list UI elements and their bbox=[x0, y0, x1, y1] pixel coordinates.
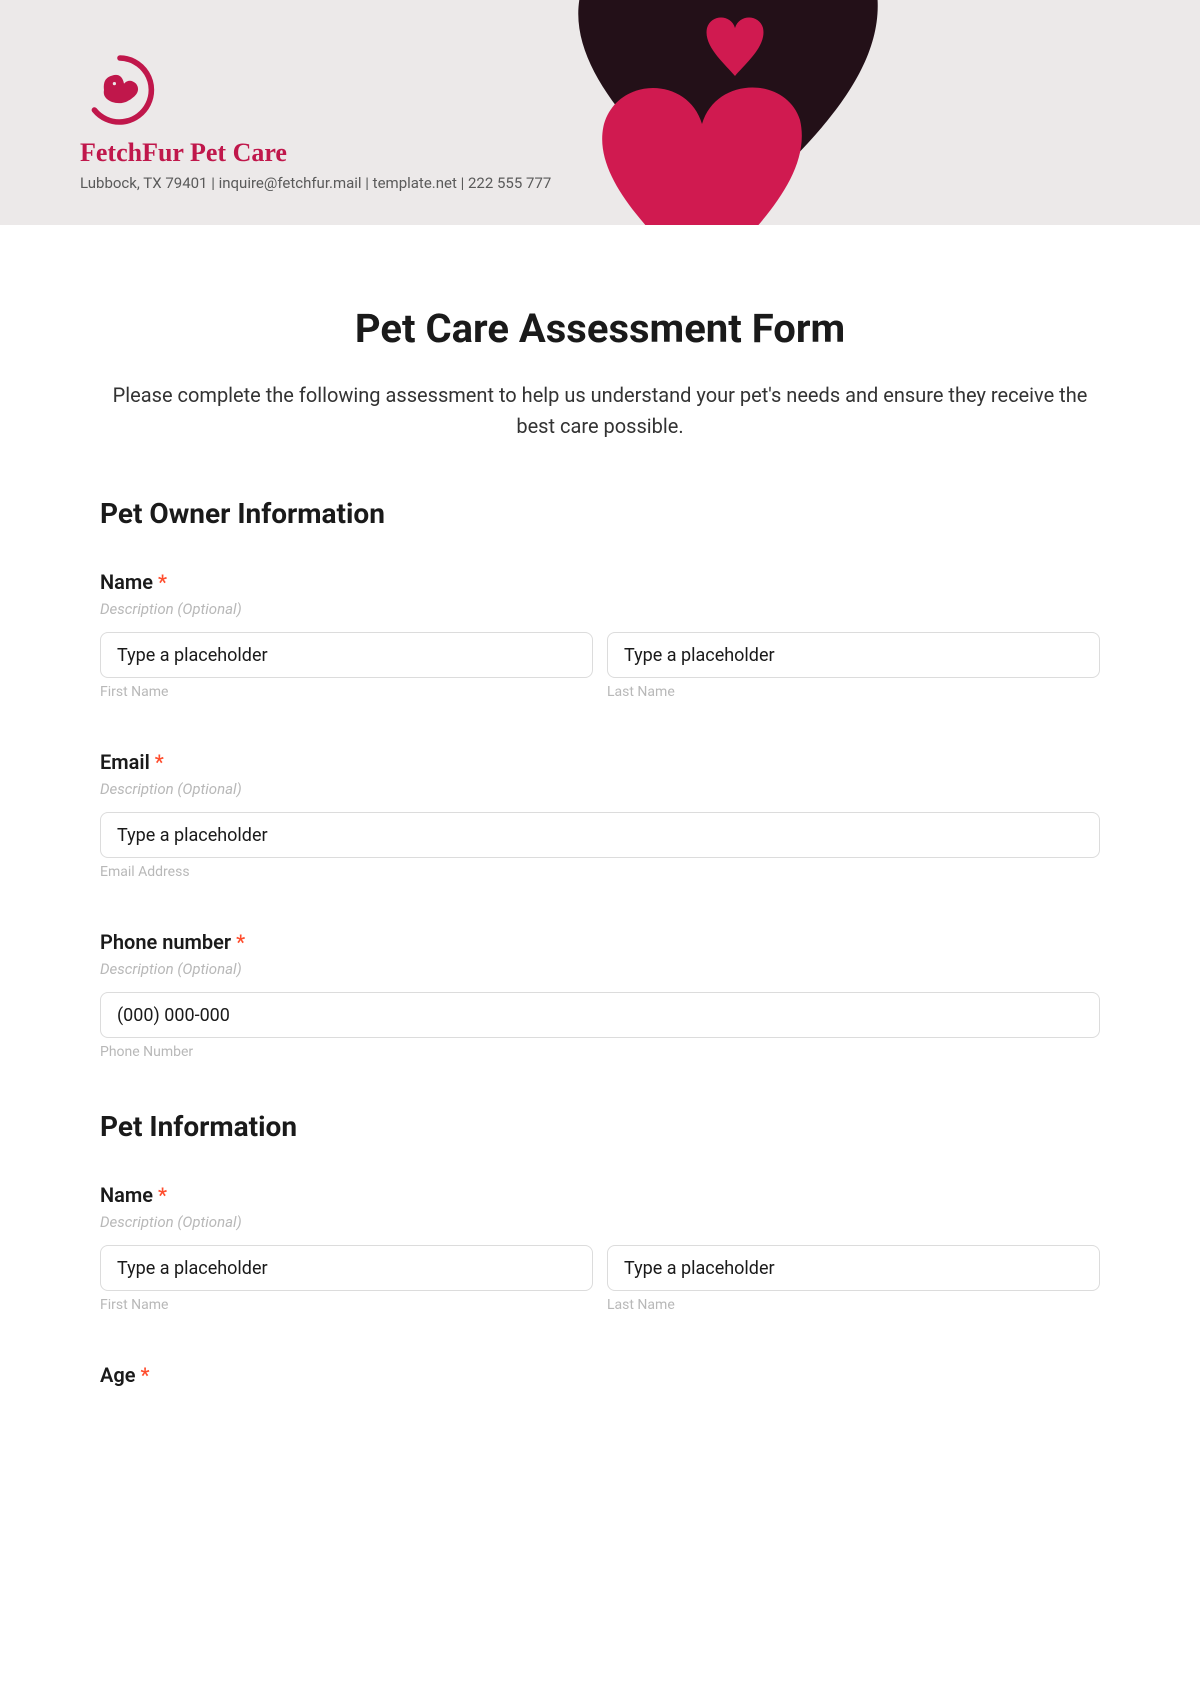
owner-email-input[interactable] bbox=[100, 812, 1100, 858]
label-text: Email bbox=[100, 750, 150, 774]
sublabel-first-name: First Name bbox=[100, 684, 593, 700]
logo-block: FetchFur Pet Care Lubbock, TX 79401 | in… bbox=[80, 50, 551, 192]
heart-decoration bbox=[550, 0, 1200, 225]
field-label: Age * bbox=[100, 1363, 1100, 1387]
sublabel-last-name: Last Name bbox=[607, 684, 1100, 700]
field-owner-phone: Phone number * Description (Optional) Ph… bbox=[100, 930, 1100, 1060]
pet-last-name-input[interactable] bbox=[607, 1245, 1100, 1291]
label-text: Name bbox=[100, 570, 153, 594]
brand-name: FetchFur Pet Care bbox=[80, 138, 551, 168]
sublabel-first-name: First Name bbox=[100, 1297, 593, 1313]
field-label: Name * bbox=[100, 1183, 1100, 1207]
form-intro: Please complete the following assessment… bbox=[100, 380, 1100, 442]
sublabel-last-name: Last Name bbox=[607, 1297, 1100, 1313]
field-pet-name: Name * Description (Optional) First Name… bbox=[100, 1183, 1100, 1313]
field-description: Description (Optional) bbox=[100, 780, 1100, 798]
required-indicator: * bbox=[158, 570, 167, 594]
field-owner-name: Name * Description (Optional) First Name… bbox=[100, 570, 1100, 700]
label-text: Name bbox=[100, 1183, 153, 1207]
brand-contact-line: Lubbock, TX 79401 | inquire@fetchfur.mai… bbox=[80, 174, 551, 192]
sublabel-phone: Phone Number bbox=[100, 1044, 1100, 1060]
section-heading-owner: Pet Owner Information bbox=[100, 497, 1100, 530]
form-title: Pet Care Assessment Form bbox=[100, 305, 1100, 352]
label-text: Phone number bbox=[100, 930, 231, 954]
sublabel-email: Email Address bbox=[100, 864, 1100, 880]
required-indicator: * bbox=[236, 930, 245, 954]
header-banner: FetchFur Pet Care Lubbock, TX 79401 | in… bbox=[0, 0, 1200, 225]
field-label: Email * bbox=[100, 750, 1100, 774]
field-label: Phone number * bbox=[100, 930, 1100, 954]
field-label: Name * bbox=[100, 570, 1100, 594]
pet-first-name-input[interactable] bbox=[100, 1245, 593, 1291]
field-description: Description (Optional) bbox=[100, 600, 1100, 618]
brand-logo-icon bbox=[80, 50, 160, 130]
required-indicator: * bbox=[155, 750, 164, 774]
owner-first-name-input[interactable] bbox=[100, 632, 593, 678]
form-content: Pet Care Assessment Form Please complete… bbox=[0, 225, 1200, 1433]
required-indicator: * bbox=[158, 1183, 167, 1207]
section-heading-pet: Pet Information bbox=[100, 1110, 1100, 1143]
label-text: Age bbox=[100, 1363, 136, 1387]
required-indicator: * bbox=[140, 1363, 149, 1387]
field-description: Description (Optional) bbox=[100, 960, 1100, 978]
field-owner-email: Email * Description (Optional) Email Add… bbox=[100, 750, 1100, 880]
field-description: Description (Optional) bbox=[100, 1213, 1100, 1231]
owner-last-name-input[interactable] bbox=[607, 632, 1100, 678]
field-pet-age: Age * bbox=[100, 1363, 1100, 1387]
owner-phone-input[interactable] bbox=[100, 992, 1100, 1038]
